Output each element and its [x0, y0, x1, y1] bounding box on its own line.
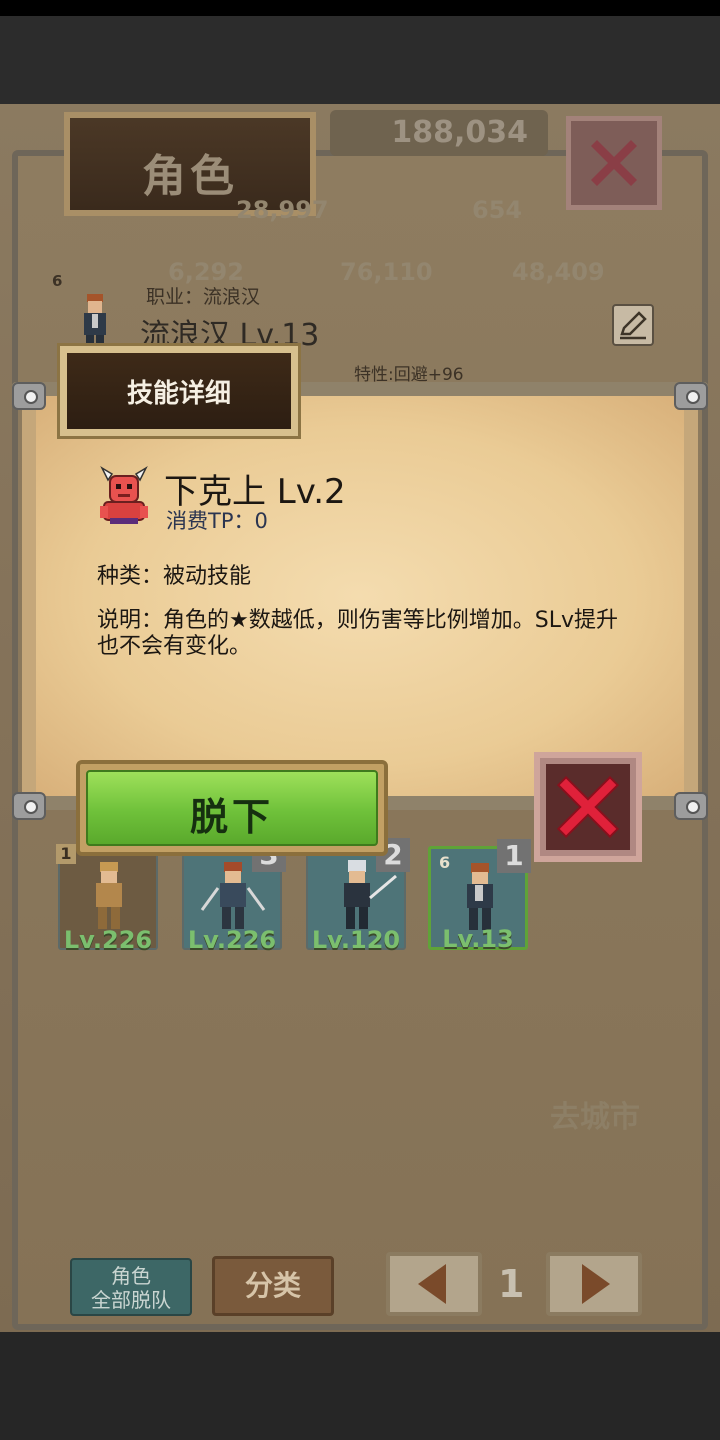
arrow-left-icon: [418, 1264, 446, 1304]
card-level: Lv.226: [187, 926, 277, 954]
sort-button[interactable]: 分类: [212, 1256, 334, 1316]
money-counter: 188,034: [330, 110, 548, 156]
modal-close-button[interactable]: [534, 752, 642, 862]
page-number: 1: [498, 1262, 525, 1306]
stat-value: 28,997: [236, 196, 329, 224]
character-card[interactable]: 1 Lv.226: [56, 844, 158, 954]
next-page-button[interactable]: [546, 1252, 642, 1316]
character-card[interactable]: 2 Lv.120: [306, 838, 410, 954]
modal-edge: [682, 394, 698, 804]
edit-name-button[interactable]: [612, 304, 654, 346]
skill-detail-title: 技能详细: [126, 379, 231, 409]
card-level: Lv.226: [63, 926, 153, 954]
leave-all-button[interactable]: 角色 全部脱队: [70, 1258, 192, 1316]
skill-type: 种类：被动技能: [97, 564, 252, 589]
card-rank: 1: [497, 839, 531, 873]
skill-description: 说明：角色的★数越低，则伤害等比例增加。SLv提升也不会有变化。: [97, 608, 618, 659]
rail-bolt: [674, 792, 708, 820]
go-city-button[interactable]: 去城市: [550, 1092, 640, 1136]
arrow-right-icon: [582, 1264, 610, 1304]
skill-demon-icon: [96, 464, 152, 526]
screen-close-button[interactable]: [566, 116, 662, 210]
character-card[interactable]: 3 Lv.226: [182, 838, 286, 954]
unequip-label: 脱下: [189, 795, 274, 839]
character-star: 6: [52, 272, 63, 290]
skill-detail-tab: 技能详细: [60, 346, 298, 436]
prev-page-button[interactable]: [386, 1252, 482, 1316]
rail-bolt: [12, 792, 46, 820]
card-star: 6: [439, 853, 451, 872]
close-icon: [546, 764, 630, 850]
bottom-margin: [0, 1332, 720, 1440]
stat-value: 48,409: [512, 258, 605, 286]
stat-value: 654: [472, 196, 523, 224]
card-level: Lv.13: [442, 925, 514, 953]
skill-tp-cost: 消费TP：0: [166, 509, 268, 533]
card-rank: 1: [56, 844, 76, 864]
rail-bolt: [12, 382, 46, 410]
leave-all-label: 角色 全部脱队: [91, 1264, 171, 1312]
edit-icon: [620, 311, 647, 340]
character-card-selected[interactable]: 6 1 Lv.13: [428, 839, 531, 953]
stat-value: 76,110: [340, 258, 433, 286]
unequip-button[interactable]: 脱下: [76, 760, 388, 856]
skill-detail-panel: [36, 396, 684, 796]
top-margin: [0, 16, 720, 104]
screen-title: 角色: [142, 151, 238, 202]
status-strip: [0, 0, 720, 16]
character-job: 职业：流浪汉: [146, 286, 261, 308]
close-icon: [571, 121, 657, 205]
card-level: Lv.120: [311, 926, 401, 954]
rail-bolt: [674, 382, 708, 410]
